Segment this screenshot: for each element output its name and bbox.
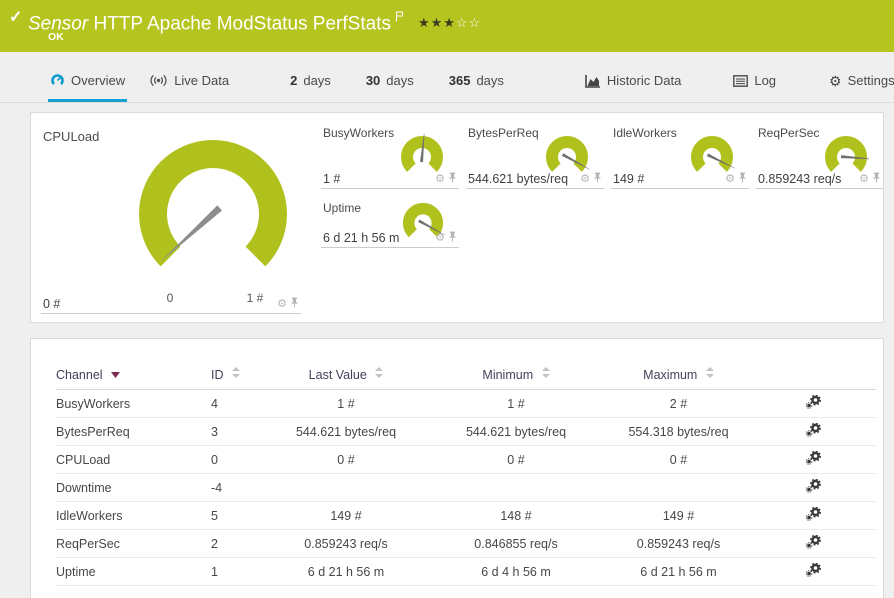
tab-live-data[interactable]: Live Data (147, 62, 231, 102)
gauge-panel-reqpersec[interactable]: ReqPerSec 0.859243 req/s ⚙ (756, 126, 883, 189)
channel-name: ReqPerSec (56, 529, 211, 558)
column-header-id[interactable]: ID (211, 359, 266, 390)
panel-settings-icon[interactable]: ⚙ (435, 173, 445, 185)
sensor-header: ✓ Sensor HTTP Apache ModStatus PerfStats… (0, 0, 894, 52)
flag-icon (395, 6, 404, 28)
channel-name: Uptime (56, 557, 211, 586)
live-icon (149, 74, 168, 87)
gauge-title: CPULoad (43, 129, 100, 144)
channel-settings-icon[interactable] (805, 422, 821, 440)
pin-icon[interactable] (448, 229, 457, 247)
sort-icon (541, 366, 550, 381)
gauge-value: 0 # (43, 297, 61, 311)
table-row[interactable]: IdleWorkers 5 149 # 148 # 149 # (56, 501, 876, 530)
sort-icon (705, 366, 714, 381)
channel-name: BusyWorkers (56, 389, 211, 418)
pin-icon[interactable] (290, 295, 299, 313)
gauge-panel-busyworkers[interactable]: BusyWorkers 1 # ⚙ (321, 126, 459, 189)
tab-log[interactable]: Log (731, 62, 778, 102)
sort-icon (375, 366, 384, 381)
gauge-value: 6 d 21 h 56 m (323, 231, 400, 245)
gauge-panel-bytesperreq[interactable]: BytesPerReq 544.621 bytes/req ⚙ (466, 126, 604, 189)
gauge-scale-max: 1 # (246, 291, 264, 305)
channel-name: CPULoad (56, 445, 211, 474)
gauge-value: 0.859243 req/s (758, 172, 842, 186)
panel-settings-icon[interactable]: ⚙ (435, 232, 445, 244)
gauge-title: ReqPerSec (758, 126, 820, 140)
tab-2-days[interactable]: 2 days (288, 62, 333, 102)
channel-settings-icon[interactable] (805, 394, 821, 412)
pin-icon[interactable] (738, 170, 747, 188)
channels-card: Channel ID Last Value Minimum Maximum Bu… (30, 338, 884, 598)
table-row[interactable]: BytesPerReq 3 544.621 bytes/req 544.621 … (56, 417, 876, 446)
gauge-value: 149 # (613, 172, 645, 186)
column-header-maximum[interactable]: Maximum (606, 359, 751, 390)
tab-365-days[interactable]: 365 days (447, 62, 506, 102)
channel-name: Downtime (56, 473, 211, 502)
panel-settings-icon[interactable]: ⚙ (725, 173, 735, 185)
channel-settings-icon[interactable] (805, 478, 821, 496)
tab-historic-data[interactable]: Historic Data (583, 62, 683, 102)
gauge-title: Uptime (323, 201, 362, 215)
gauge-scale-min: 0 (166, 291, 174, 305)
channel-settings-icon[interactable] (805, 562, 821, 580)
channels-table: Channel ID Last Value Minimum Maximum Bu… (56, 359, 876, 586)
chart-icon (585, 74, 601, 88)
gauge-value: 1 # (323, 172, 341, 186)
sensor-title: HTTP Apache ModStatus PerfStats (93, 13, 391, 35)
tab-bar: Overview Live Data 2 days 30 days 365 da… (0, 62, 894, 103)
channel-name: BytesPerReq (56, 417, 211, 446)
channel-settings-icon[interactable] (805, 534, 821, 552)
log-icon (733, 74, 749, 87)
page: ✓ Sensor HTTP Apache ModStatus PerfStats… (0, 0, 894, 598)
sort-icon (231, 366, 240, 381)
table-row[interactable]: Uptime 1 6 d 21 h 56 m 6 d 4 h 56 m 6 d … (56, 557, 876, 586)
panel-settings-icon[interactable]: ⚙ (580, 173, 590, 185)
column-header-actions (751, 359, 876, 390)
gauge-panel-cpuload[interactable]: CPULoad 0 1 # 0 # ⚙ (41, 121, 301, 314)
gauge-panel-uptime[interactable]: Uptime 6 d 21 h 56 m ⚙ (321, 201, 459, 248)
table-row[interactable]: BusyWorkers 4 1 # 1 # 2 # (56, 389, 876, 418)
gauges-card: CPULoad 0 1 # 0 # ⚙ BusyWorkers 1 # ⚙ By… (30, 112, 884, 323)
sort-desc-icon (111, 367, 121, 381)
column-header-channel[interactable]: Channel (56, 359, 211, 390)
channel-settings-icon[interactable] (805, 450, 821, 468)
panel-settings-icon[interactable]: ⚙ (277, 298, 287, 310)
pin-icon[interactable] (448, 170, 457, 188)
column-header-minimum[interactable]: Minimum (426, 359, 606, 390)
channel-name: IdleWorkers (56, 501, 211, 530)
gauge-title: BytesPerReq (468, 126, 539, 140)
pin-icon[interactable] (872, 170, 881, 188)
check-icon: ✓ (9, 9, 23, 26)
gauge-icon (50, 73, 65, 88)
tab-settings[interactable]: ⚙ Settings (827, 62, 894, 102)
gauge-panel-idleworkers[interactable]: IdleWorkers 149 # ⚙ (611, 126, 749, 189)
column-header-last-value[interactable]: Last Value (266, 359, 426, 390)
channel-settings-icon[interactable] (805, 506, 821, 524)
gear-icon: ⚙ (829, 72, 842, 89)
cpuload-gauge (139, 140, 287, 267)
tab-overview[interactable]: Overview (48, 62, 128, 102)
pin-icon[interactable] (593, 170, 602, 188)
tab-30-days[interactable]: 30 days (364, 62, 416, 102)
table-row[interactable]: ReqPerSec 2 0.859243 req/s 0.846855 req/… (56, 529, 876, 558)
panel-settings-icon[interactable]: ⚙ (859, 173, 869, 185)
table-row[interactable]: Downtime -4 (56, 473, 876, 502)
priority-stars[interactable]: ★★★☆☆ (418, 15, 481, 30)
table-row[interactable]: CPULoad 0 0 # 0 # 0 # (56, 445, 876, 474)
sensor-status-badge: OK (48, 31, 64, 43)
gauge-value: 544.621 bytes/req (468, 172, 569, 186)
gauge-title: BusyWorkers (323, 126, 395, 140)
gauge-title: IdleWorkers (613, 126, 677, 140)
